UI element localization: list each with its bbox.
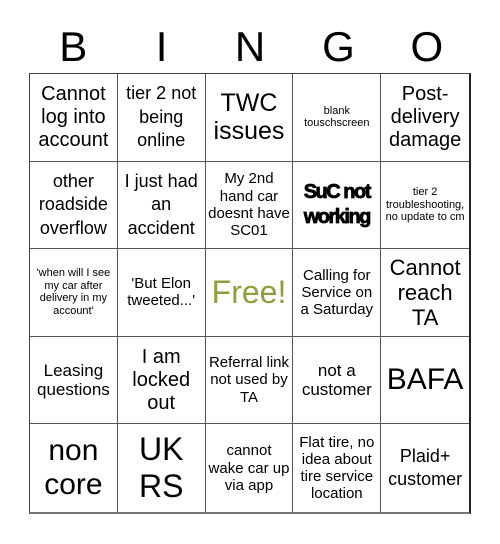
- bingo-cell[interactable]: I am locked out: [117, 336, 206, 425]
- bingo-cell[interactable]: Cannot log into account: [30, 74, 118, 162]
- bingo-grid: Cannot log into account tier 2 not being…: [29, 73, 471, 514]
- bingo-cell[interactable]: tier 2 not being online: [117, 74, 206, 162]
- bingo-cell[interactable]: cannot wake car up via app: [206, 424, 294, 512]
- bingo-cell[interactable]: not a customer: [293, 336, 382, 425]
- bingo-cell[interactable]: BAFA: [381, 337, 469, 425]
- bingo-cell[interactable]: My 2nd hand car doesnt have SC01: [205, 161, 294, 250]
- bingo-cell[interactable]: Plaid+ customer: [381, 424, 469, 512]
- bingo-cell[interactable]: Flat tire, no idea about tire service lo…: [293, 424, 382, 512]
- bingo-cell[interactable]: non core: [30, 424, 118, 512]
- bingo-cell[interactable]: 'when will I see my car after delivery i…: [30, 249, 118, 337]
- bingo-cell[interactable]: Referral link not used by TA: [205, 336, 294, 425]
- bingo-cell[interactable]: UK RS: [118, 424, 206, 512]
- header-letter-i: I: [155, 23, 168, 70]
- free-space-cell[interactable]: Free!: [205, 249, 294, 337]
- header-letter-b: B: [59, 23, 88, 70]
- bingo-cell[interactable]: Post-delivery damage: [381, 74, 469, 162]
- header-letter-n: N: [234, 23, 266, 70]
- bingo-cell[interactable]: blank touschscreen: [293, 74, 382, 162]
- bingo-cell[interactable]: SuC not working: [293, 161, 382, 250]
- bingo-cell[interactable]: other roadside overflow: [30, 161, 118, 250]
- bingo-header: B I N G O: [29, 22, 471, 72]
- bingo-cell[interactable]: I just had an accident: [117, 161, 206, 250]
- bingo-cell[interactable]: Calling for Service on a Saturday: [293, 249, 382, 337]
- bingo-cell[interactable]: TWC issues: [205, 74, 294, 162]
- bingo-cell[interactable]: tier 2 troubleshooting, no update to cm: [381, 162, 469, 250]
- bingo-cell[interactable]: Cannot reach TA: [381, 249, 469, 337]
- header-letter-o: O: [410, 23, 444, 70]
- bingo-cell[interactable]: 'But Elon tweeted...': [117, 249, 206, 337]
- header-letter-g: G: [322, 23, 355, 70]
- bingo-cell[interactable]: Leasing questions: [30, 336, 118, 425]
